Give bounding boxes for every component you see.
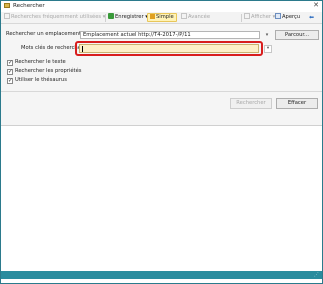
preview-button[interactable]: Aperçu (275, 13, 300, 22)
advanced-mode-button[interactable]: Avancée (181, 13, 210, 22)
preview-icon (275, 13, 281, 19)
frequent-searches-button[interactable]: Recherches fréquemment utilisées ▾ (4, 13, 105, 22)
pin-icon[interactable]: ⬅ (309, 13, 314, 22)
window-title: Rechercher (13, 3, 45, 9)
results-pane (1, 125, 322, 272)
search-button[interactable]: Rechercher (230, 98, 272, 109)
text-caret (82, 46, 83, 52)
simple-mode-button[interactable]: Simple (147, 13, 177, 22)
advanced-mode-icon (181, 13, 187, 19)
location-field[interactable]: Emplacement actuel http://T4-2017-/P/11 (80, 31, 260, 39)
close-button[interactable]: ✕ (311, 1, 321, 9)
search-text-label: Rechercher le texte (15, 59, 66, 65)
search-text-checkbox[interactable] (7, 59, 13, 67)
toolbar: Recherches fréquemment utilisées ▾ Enreg… (1, 12, 322, 24)
thesaurus-label: Utiliser le thésaurus (15, 77, 67, 83)
display-icon (244, 13, 250, 19)
search-window: Rechercher ✕ Recherches fréquemment util… (0, 0, 323, 284)
simple-mode-icon (150, 14, 155, 19)
search-properties-label: Rechercher les propriétés (15, 68, 82, 74)
title-bar: Rechercher ✕ (1, 1, 322, 10)
save-icon (108, 13, 114, 19)
keywords-input[interactable] (79, 44, 259, 53)
clear-button[interactable]: Effacer (276, 98, 318, 109)
browse-button[interactable]: Parcour... (275, 30, 319, 40)
toolbar-separator (105, 14, 106, 22)
resize-grip-icon[interactable]: ⋰ (314, 272, 320, 278)
location-dropdown-icon[interactable]: ▾ (263, 31, 271, 39)
thesaurus-checkbox[interactable] (7, 77, 13, 85)
save-button[interactable]: Enregistrer ▾ (108, 13, 148, 22)
status-bar: ⋰ (1, 271, 322, 279)
form-divider (1, 91, 322, 92)
toolbar-separator (241, 14, 242, 22)
location-label: Rechercher un emplacement : (6, 31, 85, 37)
display-button[interactable]: Afficher ▾ (244, 13, 275, 22)
keywords-label: Mots clés de recherche (21, 45, 81, 51)
search-properties-checkbox[interactable] (7, 68, 13, 76)
app-icon (4, 3, 10, 8)
frequent-searches-icon (4, 13, 10, 19)
keywords-dropdown-icon[interactable]: ▾ (264, 45, 272, 53)
